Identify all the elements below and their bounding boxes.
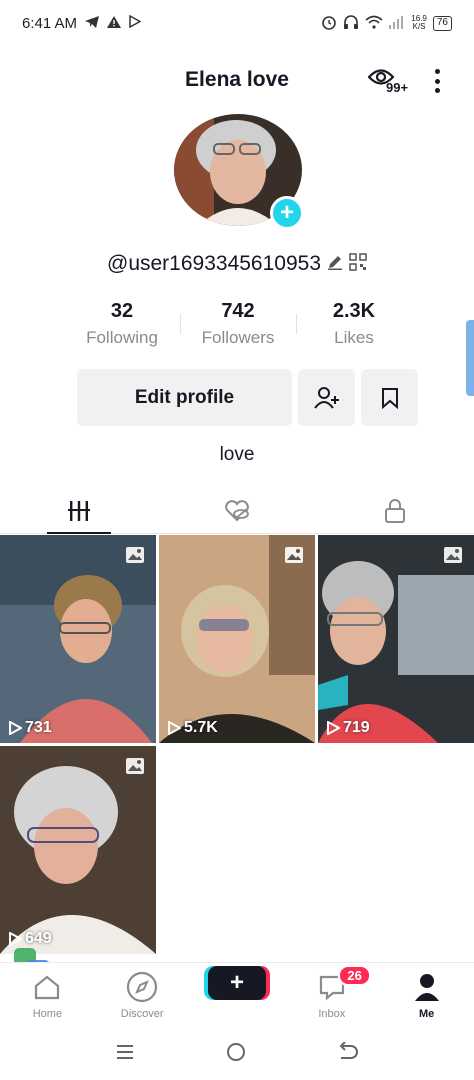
profile-actions: Edit profile — [77, 369, 418, 426]
recent-apps-button[interactable] — [115, 1043, 135, 1066]
nav-create[interactable]: + — [190, 963, 285, 1028]
profile-icon — [414, 974, 439, 1001]
lock-icon — [385, 498, 405, 523]
view-count: 731 — [25, 719, 52, 736]
nav-discover[interactable]: Discover — [95, 963, 190, 1028]
back-arrow-icon — [339, 1040, 358, 1059]
nav-label: Home — [32, 1008, 63, 1020]
status-time: 6:41 AM — [22, 14, 78, 32]
video-tile[interactable]: 719 — [318, 535, 474, 743]
system-home-button[interactable] — [225, 1041, 247, 1068]
signal-icon — [389, 15, 405, 32]
bookmark-icon — [381, 387, 398, 409]
username: @user1693345610953 — [107, 252, 321, 275]
profile-bio: love — [219, 444, 255, 465]
play-icon — [168, 721, 181, 735]
hidden-heart-icon — [225, 499, 249, 521]
photo-icon — [285, 547, 303, 563]
warning-icon — [107, 15, 122, 32]
stat-label: Following — [86, 328, 158, 347]
headphones-icon — [343, 14, 359, 33]
stat-followers[interactable]: 742 Followers — [180, 300, 296, 352]
nav-label: Me — [418, 1008, 435, 1020]
add-friends-button[interactable] — [298, 369, 355, 426]
video-tile[interactable]: 5.7K — [159, 535, 315, 743]
nav-label: Inbox — [318, 1008, 346, 1020]
tab-liked[interactable] — [158, 488, 316, 533]
play-icon — [9, 932, 22, 946]
stat-following[interactable]: 32 Following — [64, 300, 180, 352]
nav-me[interactable]: Me — [379, 963, 474, 1028]
status-bar: 6:41 AM 16.9 K/S 76 — [0, 0, 474, 46]
video-tile[interactable]: 731 — [0, 535, 156, 743]
play-icon — [327, 721, 340, 735]
stat-value: 32 — [110, 300, 134, 322]
nav-home[interactable]: Home — [0, 963, 95, 1028]
more-menu-button[interactable] — [428, 66, 446, 96]
edit-pencil-icon[interactable] — [327, 254, 343, 275]
alarm-icon — [321, 14, 337, 33]
edit-profile-button[interactable]: Edit profile — [77, 369, 292, 426]
profile-tabs — [0, 488, 474, 534]
compass-icon — [127, 971, 158, 1003]
video-thumbnail — [159, 535, 315, 743]
menu-dot — [434, 78, 440, 84]
play-count: 5.7K — [167, 719, 218, 737]
inbox-badge: 26 — [338, 965, 371, 986]
stat-likes[interactable]: 2.3K Likes — [296, 300, 412, 352]
edge-panel-handle[interactable] — [466, 320, 474, 396]
nav-inbox[interactable]: 26 Inbox — [284, 963, 379, 1028]
battery-indicator: 76 — [432, 15, 452, 31]
net-speed: 16.9 K/S — [411, 15, 427, 31]
menu-dot — [434, 69, 440, 74]
menu-dot — [434, 88, 440, 93]
video-thumbnail — [318, 535, 474, 743]
stat-label: Likes — [334, 328, 374, 347]
video-thumbnail — [0, 746, 156, 954]
wifi-icon — [365, 15, 383, 32]
profile-views-button[interactable]: 99+ — [367, 66, 418, 96]
play-count: 719 — [326, 719, 370, 737]
recents-icon — [117, 1044, 133, 1059]
tab-private[interactable] — [316, 488, 474, 533]
tab-videos[interactable] — [0, 488, 158, 534]
stat-label: Followers — [201, 328, 275, 347]
bottom-navigation: Home Discover + 26 Inbox Me — [0, 962, 474, 1028]
profile-stats: 32 Following 742 Followers 2.3K Likes — [64, 300, 412, 352]
system-navigation — [0, 1028, 474, 1080]
video-thumbnail — [0, 535, 156, 743]
create-plus-icon: + — [207, 966, 266, 1000]
home-icon — [35, 975, 60, 1000]
video-tile[interactable]: 649 — [0, 746, 156, 954]
play-count: 731 — [8, 719, 52, 737]
photo-icon — [126, 547, 144, 563]
telegram-icon — [85, 15, 100, 32]
views-badge: 99+ — [386, 80, 409, 95]
system-back-button[interactable] — [337, 1040, 359, 1067]
play-icon — [9, 721, 22, 735]
grid-icon — [68, 500, 90, 521]
add-avatar-button[interactable]: + — [270, 196, 304, 230]
favorites-button[interactable] — [361, 369, 418, 426]
stat-value: 2.3K — [332, 300, 376, 322]
photo-icon — [126, 758, 144, 774]
stat-value: 742 — [221, 300, 255, 322]
qr-code-icon[interactable] — [349, 252, 367, 276]
add-person-icon — [313, 386, 339, 409]
avatar[interactable]: + — [174, 114, 304, 230]
profile-header: Elena love 99+ — [0, 58, 474, 106]
circle-home-icon — [227, 1042, 245, 1061]
username-row: @user1693345610953 — [0, 252, 474, 276]
net-speed-unit: K/S — [412, 22, 426, 31]
nav-label: Discover — [120, 1008, 164, 1020]
view-count: 5.7K — [184, 719, 218, 736]
view-count: 719 — [343, 719, 370, 736]
play-store-icon — [129, 14, 142, 32]
photo-icon — [444, 547, 462, 563]
